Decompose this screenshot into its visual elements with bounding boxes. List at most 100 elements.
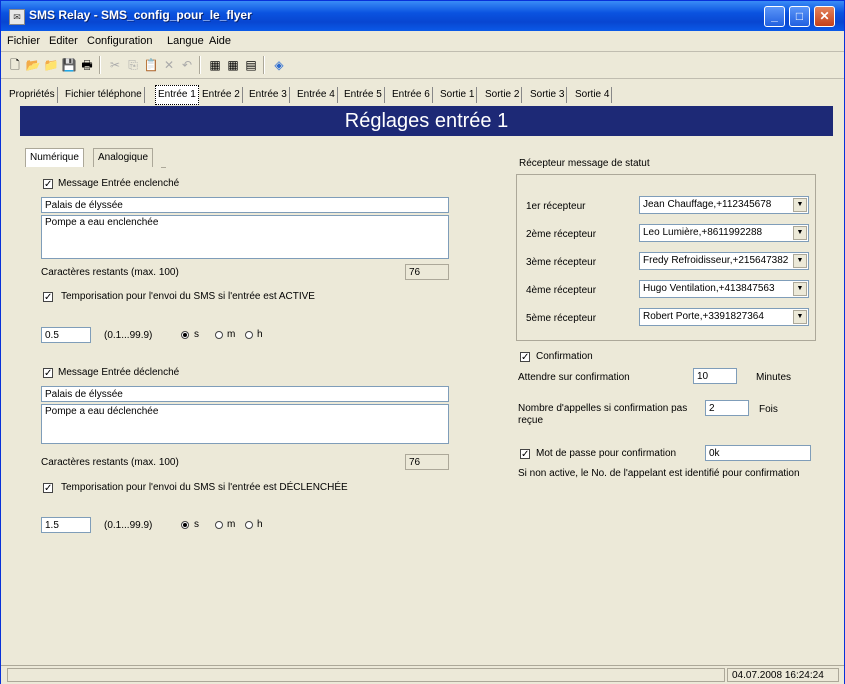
toolbar-separator	[99, 56, 101, 74]
maximize-icon: □	[795, 9, 804, 23]
tab-sortie-4[interactable]: Sortie 4	[573, 87, 613, 103]
timer-on-radio-h-label: h	[257, 329, 263, 340]
confirmation-label: Confirmation	[536, 351, 593, 362]
open-folder-icon[interactable]: 📂	[25, 57, 41, 73]
tab-entree-1[interactable]: Entrée 1	[155, 85, 199, 105]
chevron-down-icon[interactable]: ▼	[793, 226, 807, 240]
app-window: ✉ SMS Relay - SMS_config_pour_le_flyer _…	[0, 0, 845, 684]
message-on-line1-input[interactable]: Palais de élyssée	[41, 197, 449, 213]
chevron-down-icon[interactable]: ▼	[793, 254, 807, 268]
message-on-label: Message Entrée enclenché	[58, 178, 180, 189]
message-off-line1-input[interactable]: Palais de élyssée	[41, 386, 449, 402]
title-bar[interactable]: ✉ SMS Relay - SMS_config_pour_le_flyer _…	[1, 1, 844, 31]
toolbar-separator	[263, 56, 265, 74]
timer-on-checkbox[interactable]: ✓	[43, 292, 53, 303]
message-on-checkbox[interactable]: ✓	[43, 179, 53, 190]
receivers-title: Récepteur message de statut	[519, 158, 650, 169]
menu-fichier[interactable]: Fichier	[7, 35, 40, 47]
timer-off-range: (0.1...99.9)	[104, 520, 153, 531]
calls-unit: Fois	[759, 404, 778, 415]
timer-on-radio-m-label: m	[227, 329, 236, 340]
close-icon: ✕	[819, 9, 830, 23]
tab-proprietes[interactable]: Propriétés	[7, 87, 58, 103]
undo-icon[interactable]: ↶	[179, 57, 195, 73]
window-title: SMS Relay - SMS_config_pour_le_flyer	[29, 8, 252, 22]
receiver-5-select[interactable]: Robert Porte,+3391827364 ▼	[639, 308, 809, 326]
tab-entree-5[interactable]: Entrée 5	[342, 87, 385, 103]
write-device-icon[interactable]: ▦	[225, 57, 241, 73]
timer-on-radio-m[interactable]	[215, 331, 223, 339]
cut-icon[interactable]: ✂	[107, 57, 123, 73]
timer-on-radio-s[interactable]	[181, 331, 189, 339]
tab-entree-6[interactable]: Entrée 6	[390, 87, 433, 103]
message-on-line2-textarea[interactable]: Pompe a eau enclenchée	[41, 215, 449, 259]
menu-langue[interactable]: Langue	[167, 35, 204, 47]
menu-bar: Fichier Editer Configuration Langue Aide	[1, 31, 844, 52]
confirmation-checkbox[interactable]: ✓	[520, 352, 530, 363]
calls-label-line2: reçue	[518, 415, 544, 426]
tab-fichier-telephone[interactable]: Fichier téléphone	[63, 87, 145, 103]
tab-sortie-1[interactable]: Sortie 1	[438, 87, 478, 103]
password-checkbox[interactable]: ✓	[520, 449, 530, 460]
timer-off-radio-m-label: m	[227, 519, 236, 530]
timer-on-radio-h[interactable]	[245, 331, 253, 339]
tab-entree-4[interactable]: Entrée 4	[295, 87, 338, 103]
menu-editer[interactable]: Editer	[49, 35, 78, 47]
timer-off-input[interactable]: 1.5	[41, 517, 91, 533]
tab-sortie-3[interactable]: Sortie 3	[528, 87, 568, 103]
password-input[interactable]: 0k	[705, 445, 811, 461]
message-off-line2-textarea[interactable]: Pompe a eau déclenchée	[41, 404, 449, 444]
message-off-checkbox[interactable]: ✓	[43, 368, 53, 379]
remaining-off-value: 76	[405, 454, 449, 470]
subtab-numerique[interactable]: Numérique	[25, 148, 84, 167]
receiver-1-select[interactable]: Jean Chauffage,+112345678 ▼	[639, 196, 809, 214]
receiver-4-select[interactable]: Hugo Ventilation,+413847563 ▼	[639, 280, 809, 298]
tab-sortie-2[interactable]: Sortie 2	[483, 87, 523, 103]
timer-off-checkbox[interactable]: ✓	[43, 483, 53, 494]
receiver-5-value: Robert Porte,+3391827364	[643, 311, 764, 322]
subtab-analogique[interactable]: Analogique	[93, 148, 154, 167]
timer-off-radio-m[interactable]	[215, 521, 223, 529]
timer-on-input[interactable]: 0.5	[41, 327, 91, 343]
remaining-off-label: Caractères restants (max. 100)	[41, 457, 179, 468]
maximize-button[interactable]: □	[789, 6, 810, 27]
chevron-down-icon[interactable]: ▼	[793, 198, 807, 212]
tab-entree-3[interactable]: Entrée 3	[247, 87, 290, 103]
page-title: Réglages entrée 1	[20, 106, 833, 136]
status-datetime: 04.07.2008 16:24:24	[727, 668, 839, 682]
message-off-label: Message Entrée déclenché	[58, 367, 180, 378]
receiver-4-value: Hugo Ventilation,+413847563	[643, 283, 775, 294]
help-book-icon[interactable]: ◈	[271, 57, 287, 73]
receiver-1-value: Jean Chauffage,+112345678	[643, 199, 772, 210]
receiver-2-select[interactable]: Leo Lumière,+8611992288 ▼	[639, 224, 809, 242]
timer-off-radio-h[interactable]	[245, 521, 253, 529]
read-device-icon[interactable]: ▦	[207, 57, 223, 73]
open-icon[interactable]: 📁	[43, 57, 59, 73]
remaining-on-label: Caractères restants (max. 100)	[41, 267, 179, 278]
timer-off-radio-s-label: s	[194, 519, 199, 530]
send-icon[interactable]: ▤	[243, 57, 259, 73]
timer-off-radio-h-label: h	[257, 519, 263, 530]
minimize-button[interactable]: _	[764, 6, 785, 27]
copy-icon[interactable]: ⎘	[125, 57, 141, 73]
receiver-3-label: 3ème récepteur	[526, 257, 597, 268]
close-button[interactable]: ✕	[814, 6, 835, 27]
sms-relay-icon[interactable]: ✉	[9, 9, 25, 25]
save-icon[interactable]: 💾	[61, 57, 77, 73]
toolbar-separator	[199, 56, 201, 74]
chevron-down-icon[interactable]: ▼	[793, 282, 807, 296]
calls-input[interactable]: 2	[705, 400, 749, 416]
timer-off-radio-s[interactable]	[181, 521, 189, 529]
new-file-icon[interactable]: 🗋	[7, 57, 23, 73]
delete-icon[interactable]: ✕	[161, 57, 177, 73]
paste-icon[interactable]: 📋	[143, 57, 159, 73]
menu-aide[interactable]: Aide	[209, 35, 231, 47]
status-message	[7, 668, 725, 682]
menu-configuration[interactable]: Configuration	[87, 35, 152, 47]
tab-strip: Propriétés Fichier téléphone Entrée 1 En…	[1, 85, 844, 105]
tab-entree-2[interactable]: Entrée 2	[200, 87, 243, 103]
chevron-down-icon[interactable]: ▼	[793, 310, 807, 324]
wait-input[interactable]: 10	[693, 368, 737, 384]
print-icon[interactable]: 🖶	[79, 57, 95, 73]
receiver-3-select[interactable]: Fredy Refroidisseur,+215647382 ▼	[639, 252, 809, 270]
